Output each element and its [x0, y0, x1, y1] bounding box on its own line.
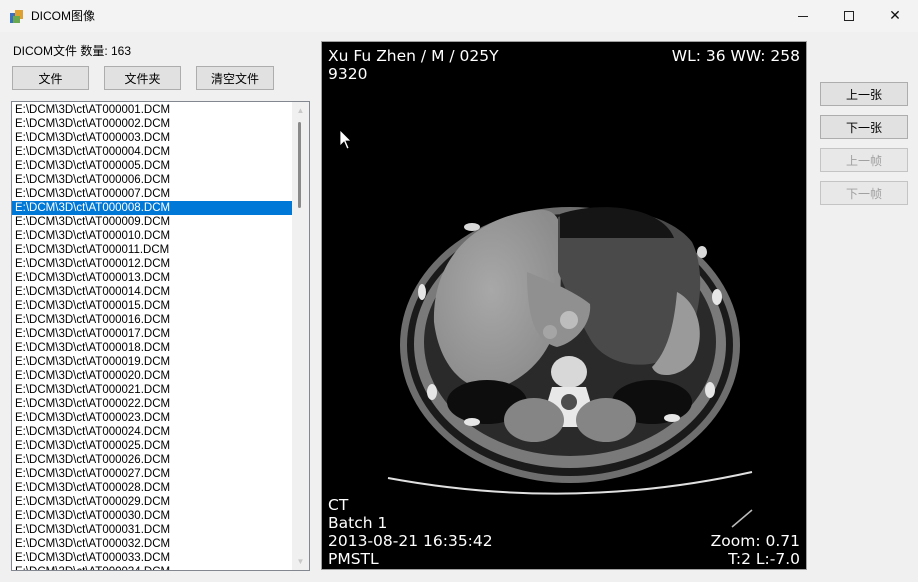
file-list-item[interactable]: E:\DCM\3D\ct\AT000002.DCM: [12, 117, 292, 131]
minimize-icon: [798, 15, 808, 17]
file-list-item[interactable]: E:\DCM\3D\ct\AT000027.DCM: [12, 467, 292, 481]
file-list-item[interactable]: E:\DCM\3D\ct\AT000001.DCM: [12, 103, 292, 117]
mouse-cursor-icon: [339, 129, 352, 150]
file-list-item[interactable]: E:\DCM\3D\ct\AT000009.DCM: [12, 215, 292, 229]
file-list-item[interactable]: E:\DCM\3D\ct\AT000012.DCM: [12, 257, 292, 271]
next-frame-button[interactable]: 下一帧: [820, 181, 908, 205]
file-list-item[interactable]: E:\DCM\3D\ct\AT000013.DCM: [12, 271, 292, 285]
file-list-item[interactable]: E:\DCM\3D\ct\AT000034.DCM: [12, 565, 292, 570]
file-list-item[interactable]: E:\DCM\3D\ct\AT000018.DCM: [12, 341, 292, 355]
file-list-item[interactable]: E:\DCM\3D\ct\AT000030.DCM: [12, 509, 292, 523]
file-list-item[interactable]: E:\DCM\3D\ct\AT000003.DCM: [12, 131, 292, 145]
file-list-item[interactable]: E:\DCM\3D\ct\AT000029.DCM: [12, 495, 292, 509]
batch-label: Batch 1: [328, 514, 388, 532]
institution-label: PMSTL: [328, 550, 379, 568]
zoom-info: Zoom: 0.71: [710, 532, 800, 550]
file-list-item[interactable]: E:\DCM\3D\ct\AT000022.DCM: [12, 397, 292, 411]
next-image-button[interactable]: 下一张: [820, 115, 908, 139]
file-list-item[interactable]: E:\DCM\3D\ct\AT000010.DCM: [12, 229, 292, 243]
file-list-items: E:\DCM\3D\ct\AT000001.DCM E:\DCM\3D\ct\AT…: [12, 102, 309, 570]
file-list-item[interactable]: E:\DCM\3D\ct\AT000019.DCM: [12, 355, 292, 369]
scroll-up-icon[interactable]: ▲: [292, 102, 309, 119]
scroll-down-icon[interactable]: ▼: [292, 553, 309, 570]
file-list-item[interactable]: E:\DCM\3D\ct\AT000016.DCM: [12, 313, 292, 327]
prev-frame-button[interactable]: 上一帧: [820, 148, 908, 172]
file-list-item[interactable]: E:\DCM\3D\ct\AT000015.DCM: [12, 299, 292, 313]
window-title: DICOM图像: [31, 9, 95, 23]
close-icon: ✕: [889, 8, 901, 24]
close-button[interactable]: ✕: [872, 0, 918, 32]
prev-image-button[interactable]: 上一张: [820, 82, 908, 106]
thickness-location-info: T:2 L:-7.0: [728, 550, 800, 568]
scroll-thumb[interactable]: [298, 122, 301, 208]
file-list-item[interactable]: E:\DCM\3D\ct\AT000023.DCM: [12, 411, 292, 425]
patient-info: Xu Fu Zhen / M / 025Y: [328, 47, 499, 65]
clear-files-button[interactable]: 清空文件: [196, 66, 274, 90]
study-datetime: 2013-08-21 16:35:42: [328, 532, 493, 550]
file-list[interactable]: E:\DCM\3D\ct\AT000001.DCM E:\DCM\3D\ct\AT…: [11, 101, 310, 571]
file-list-item[interactable]: E:\DCM\3D\ct\AT000017.DCM: [12, 327, 292, 341]
title-bar: DICOM图像 ✕: [0, 0, 918, 32]
minimize-button[interactable]: [780, 0, 826, 32]
ct-scan-image: [339, 129, 753, 528]
file-list-item[interactable]: E:\DCM\3D\ct\AT000007.DCM: [12, 187, 292, 201]
file-list-item[interactable]: E:\DCM\3D\ct\AT000011.DCM: [12, 243, 292, 257]
patient-id: 9320: [328, 65, 368, 83]
window-level-info: WL: 36 WW: 258: [671, 47, 800, 65]
maximize-icon: [844, 11, 854, 21]
file-list-item[interactable]: E:\DCM\3D\ct\AT000008.DCM: [12, 201, 292, 215]
file-list-item[interactable]: E:\DCM\3D\ct\AT000026.DCM: [12, 453, 292, 467]
open-file-button[interactable]: 文件: [12, 66, 89, 90]
file-list-item[interactable]: E:\DCM\3D\ct\AT000014.DCM: [12, 285, 292, 299]
file-list-item[interactable]: E:\DCM\3D\ct\AT000020.DCM: [12, 369, 292, 383]
open-folder-button[interactable]: 文件夹: [104, 66, 181, 90]
file-list-item[interactable]: E:\DCM\3D\ct\AT000031.DCM: [12, 523, 292, 537]
file-list-item[interactable]: E:\DCM\3D\ct\AT000032.DCM: [12, 537, 292, 551]
file-list-scrollbar[interactable]: ▲ ▼: [292, 102, 309, 570]
file-list-item[interactable]: E:\DCM\3D\ct\AT000028.DCM: [12, 481, 292, 495]
file-list-item[interactable]: E:\DCM\3D\ct\AT000033.DCM: [12, 551, 292, 565]
file-list-item[interactable]: E:\DCM\3D\ct\AT000005.DCM: [12, 159, 292, 173]
file-count-label: DICOM文件 数量: 163: [13, 44, 132, 58]
file-list-item[interactable]: E:\DCM\3D\ct\AT000021.DCM: [12, 383, 292, 397]
dicom-image-viewer[interactable]: Xu Fu Zhen / M / 025Y 9320 WL: 36 WW: 25…: [321, 41, 807, 570]
modality-label: CT: [328, 496, 349, 514]
file-list-item[interactable]: E:\DCM\3D\ct\AT000025.DCM: [12, 439, 292, 453]
app-icon: [10, 10, 23, 23]
maximize-button[interactable]: [826, 0, 872, 32]
file-list-item[interactable]: E:\DCM\3D\ct\AT000004.DCM: [12, 145, 292, 159]
file-list-item[interactable]: E:\DCM\3D\ct\AT000006.DCM: [12, 173, 292, 187]
file-list-item[interactable]: E:\DCM\3D\ct\AT000024.DCM: [12, 425, 292, 439]
